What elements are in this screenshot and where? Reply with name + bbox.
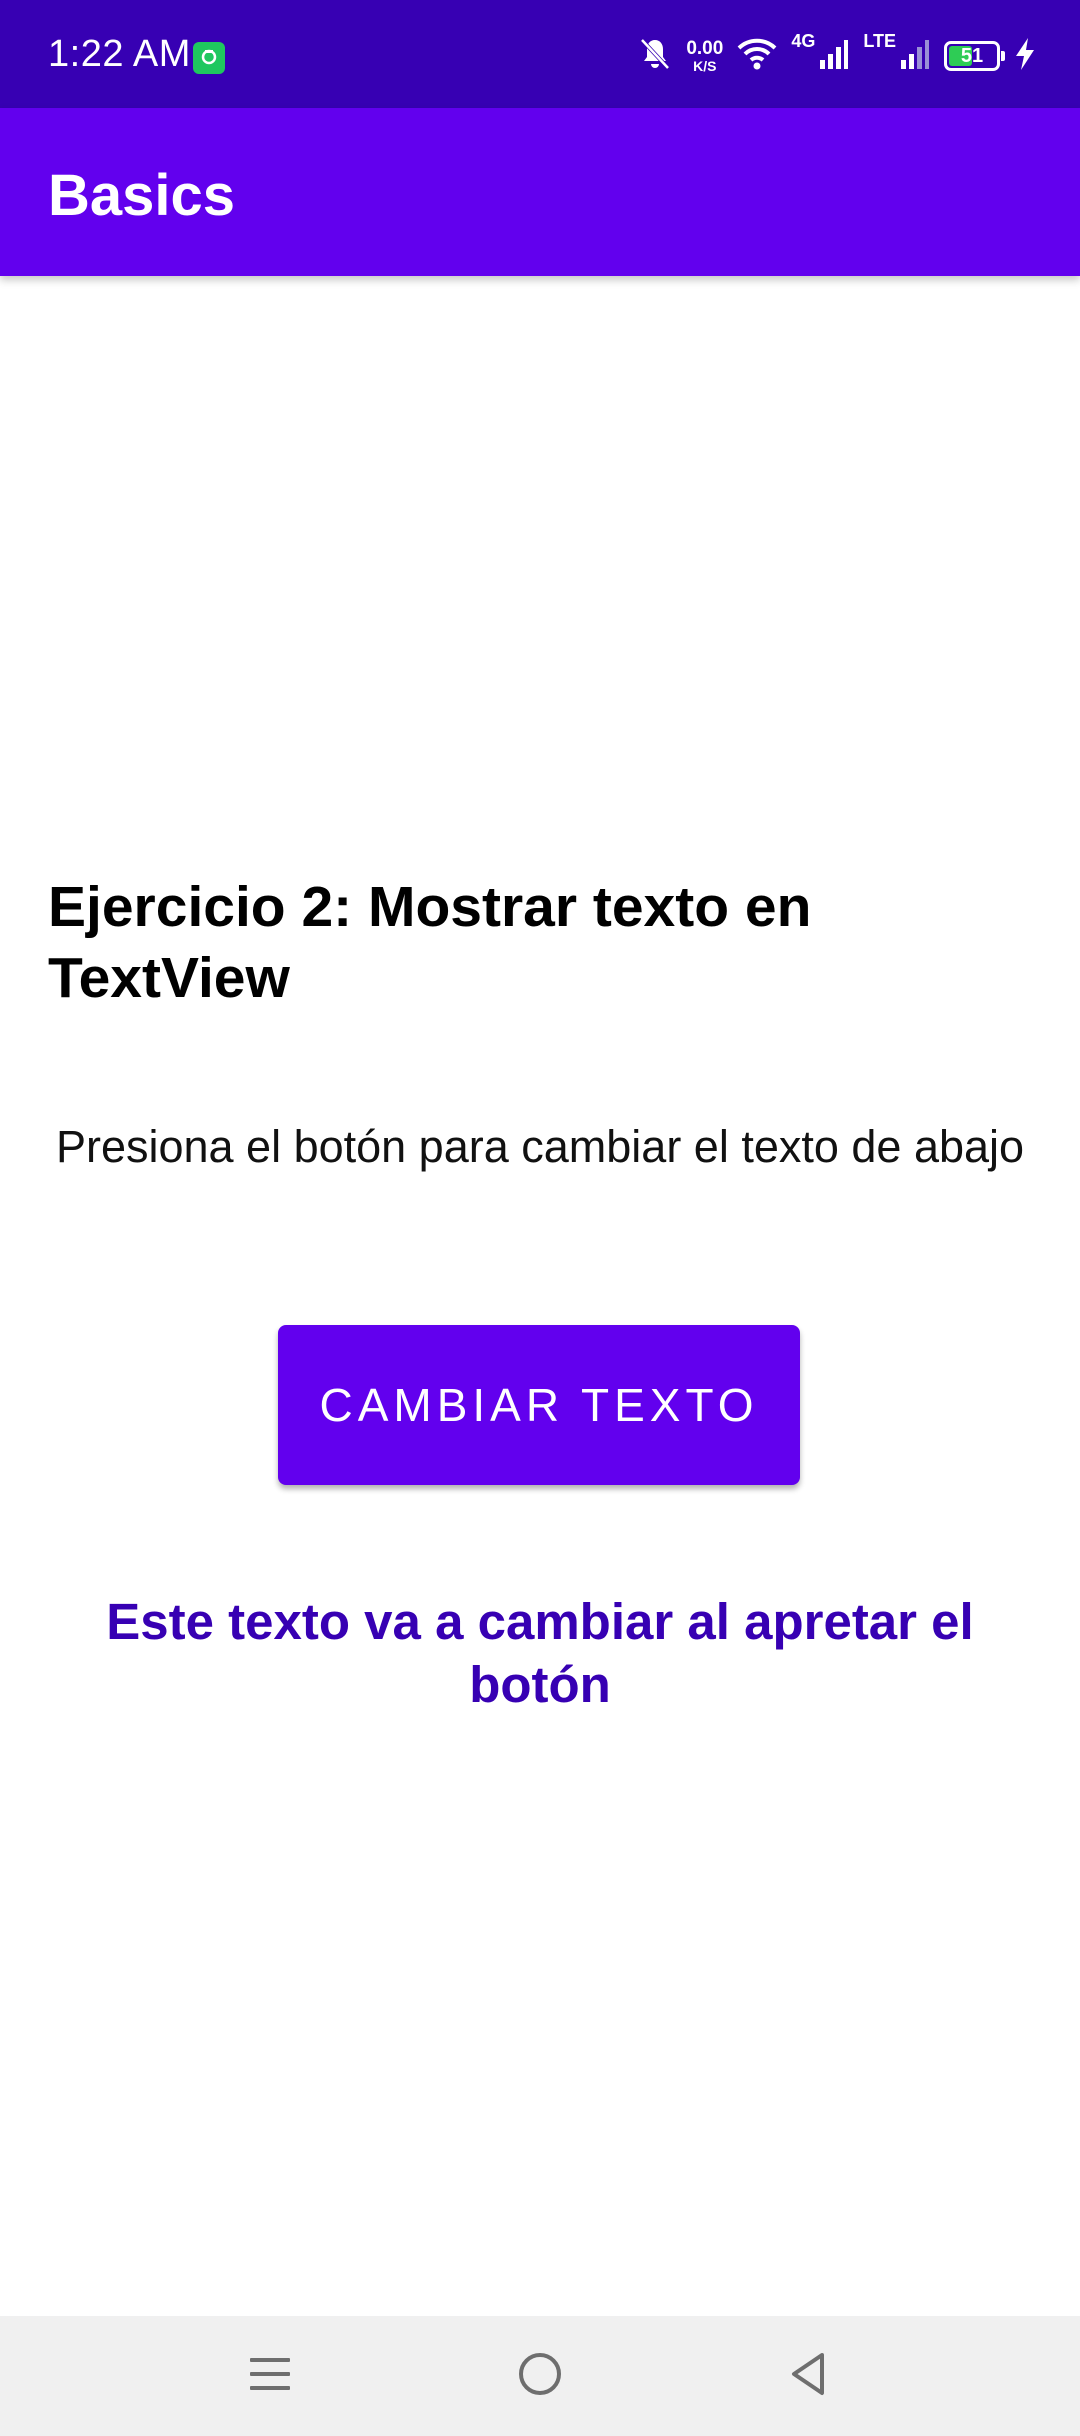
home-icon <box>516 2350 564 2403</box>
mute-bell-icon <box>638 36 672 77</box>
app-notification-icon <box>193 42 225 74</box>
screen: 1:22 AM 0.00 K/S 4G LTE 51 Basics Ejerci… <box>0 0 1080 2436</box>
back-button[interactable] <box>768 2342 848 2410</box>
back-icon <box>786 2350 830 2403</box>
charging-bolt-icon <box>1014 37 1036 76</box>
battery-icon: 51 <box>944 41 1005 71</box>
instruction-text: Presiona el botón para cambiar el texto … <box>55 1121 1025 1172</box>
network-label-4g: 4G <box>791 31 816 51</box>
change-text-button[interactable]: CAMBIAR TEXTO <box>278 1325 800 1485</box>
status-bar: 1:22 AM 0.00 K/S 4G LTE 51 <box>0 0 1080 108</box>
network-speed: 0.00 K/S <box>686 39 723 74</box>
wifi-icon <box>737 37 777 76</box>
navigation-bar <box>0 2316 1080 2436</box>
app-bar: Basics <box>0 108 1080 276</box>
recent-apps-button[interactable] <box>230 2342 310 2410</box>
status-icons: 0.00 K/S 4G LTE 51 <box>638 28 1036 84</box>
signal-icon <box>819 38 849 75</box>
recent-apps-icon <box>248 2352 292 2401</box>
exercise-title: Ejercicio 2: Mostrar texto en TextView <box>48 875 812 1010</box>
app-title: Basics <box>48 163 236 228</box>
home-button[interactable] <box>500 2342 580 2410</box>
net-speed-unit: K/S <box>693 57 717 74</box>
battery-level: 51 <box>960 45 984 67</box>
battery-tip <box>1001 51 1005 61</box>
net-speed-value: 0.00 <box>686 37 724 59</box>
result-text: Este texto va a cambiar al apretar el bo… <box>106 1593 974 1713</box>
signal-icon <box>900 38 930 75</box>
status-time: 1:22 AM <box>48 33 191 75</box>
network-label-lte: LTE <box>863 31 896 51</box>
